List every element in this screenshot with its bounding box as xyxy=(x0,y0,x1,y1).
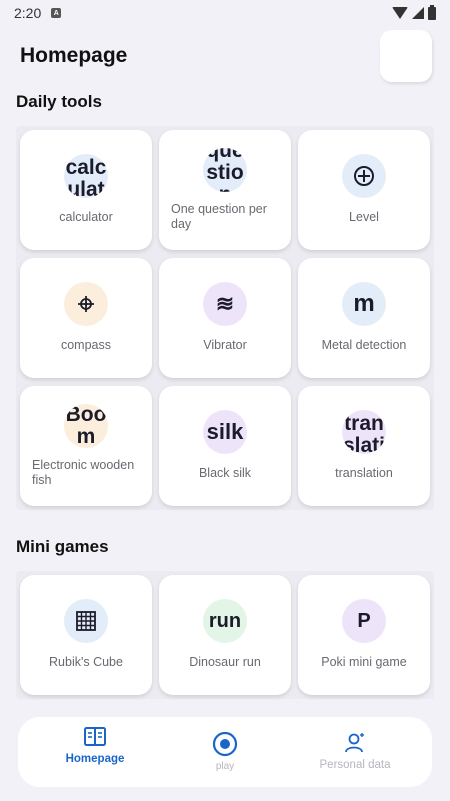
game-label: Dinosaur run xyxy=(189,655,261,669)
cube-grid-icon xyxy=(64,599,108,643)
vibrate-icon: ≋ xyxy=(203,282,247,326)
game-label: Rubik's Cube xyxy=(49,655,123,669)
tool-label: Level xyxy=(349,210,379,224)
tool-metal-detection[interactable]: m Metal detection xyxy=(298,258,430,378)
tool-label: One question per day xyxy=(171,202,267,231)
metal-detection-icon: m xyxy=(342,282,386,326)
mini-games-grid: Rubik's Cube run Dinosaur run P Poki min… xyxy=(16,571,434,699)
wooden-fish-icon: Boom xyxy=(64,404,108,448)
daily-tools-grid: calculat calculator question One questio… xyxy=(16,126,434,510)
nav-label-personal-data: Personal data xyxy=(319,759,391,771)
book-icon xyxy=(84,727,106,746)
tool-wooden-fish[interactable]: Boom Electronic wooden fish xyxy=(20,386,152,506)
tool-label: Electronic wooden fish xyxy=(32,458,135,487)
signal-icon xyxy=(412,7,424,19)
tool-calculator[interactable]: calculat calculator xyxy=(20,130,152,250)
nav-play[interactable]: play xyxy=(156,731,294,772)
status-time: 2:20 xyxy=(14,5,42,21)
wifi-icon xyxy=(392,7,408,19)
tool-label: Metal detection xyxy=(321,338,407,352)
notification-icon: A xyxy=(51,8,62,18)
dinosaur-run-icon: run xyxy=(203,599,247,643)
tool-label: Vibrator xyxy=(203,338,247,352)
game-poki[interactable]: P Poki mini game xyxy=(298,575,430,695)
tool-question-per-day[interactable]: question One question per day xyxy=(159,130,291,250)
game-dinosaur-run[interactable]: run Dinosaur run xyxy=(159,575,291,695)
page-title: Homepage xyxy=(20,44,128,67)
tool-label: calculator xyxy=(59,210,113,224)
poki-icon: P xyxy=(342,599,386,643)
tool-label: compass xyxy=(60,338,112,352)
question-icon: question xyxy=(203,148,247,192)
status-bar: 2:20 A xyxy=(0,0,450,26)
nav-label-homepage: Homepage xyxy=(65,753,125,765)
tool-label: translation xyxy=(335,466,393,480)
game-rubiks-cube[interactable]: Rubik's Cube xyxy=(20,575,152,695)
calculator-icon: calculat xyxy=(64,154,108,198)
tool-black-silk[interactable]: silk Black silk xyxy=(159,386,291,506)
tool-translation[interactable]: translati translation xyxy=(298,386,430,506)
battery-icon xyxy=(428,4,436,20)
nav-homepage[interactable]: Homepage xyxy=(26,725,164,765)
translation-icon: translati xyxy=(342,410,386,454)
play-circle-icon xyxy=(212,731,238,757)
person-icon xyxy=(345,733,364,753)
mini-games-title: Mini games xyxy=(16,537,109,556)
black-silk-icon: silk xyxy=(203,410,247,454)
avatar[interactable] xyxy=(380,30,432,82)
nav-label-play: play xyxy=(215,761,235,772)
tool-label: Black silk xyxy=(198,466,252,480)
game-label: Poki mini game xyxy=(321,655,407,669)
level-icon xyxy=(342,154,386,198)
tool-vibrator[interactable]: ≋ Vibrator xyxy=(159,258,291,378)
nav-personal-data[interactable]: Personal data xyxy=(286,731,424,771)
daily-tools-title: Daily tools xyxy=(16,92,102,111)
tool-level[interactable]: Level xyxy=(298,130,430,250)
bottom-nav: Homepage play Personal data xyxy=(18,717,432,787)
tool-compass[interactable]: compass xyxy=(20,258,152,378)
compass-icon xyxy=(64,282,108,326)
